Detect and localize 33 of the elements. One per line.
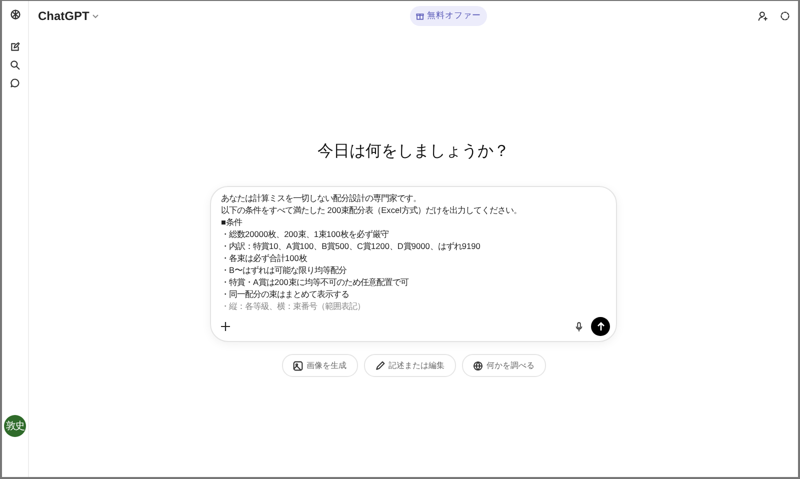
chevron-down-icon <box>92 14 100 18</box>
prompt-text-line: ■条件 <box>221 216 242 228</box>
globe-icon <box>472 360 482 370</box>
suggestion-chip[interactable]: 何かを調べる <box>462 354 546 377</box>
prompt-text-line: ・総数20000枚、200束、1束100枚を必ず厳守 <box>221 228 388 240</box>
free-offer-button[interactable]: 無料オファー <box>410 6 488 26</box>
user-avatar[interactable]: 敦史 <box>4 415 26 437</box>
logo-icon[interactable] <box>10 9 20 20</box>
prompt-text-line: あなたは計算ミスを一切しない配分設計の専門家です。 <box>221 192 421 204</box>
prompt-text-line: ・内訳：特賞10、A賞100、B賞500、C賞1200、D賞9000、はずれ9190 <box>221 240 480 252</box>
send-button[interactable] <box>591 317 610 336</box>
greeting-heading: 今日は何をしましょうか？ <box>318 142 510 162</box>
microphone-icon[interactable] <box>575 322 583 332</box>
suggestion-chip[interactable]: 記述または編集 <box>364 354 456 377</box>
pencil-icon <box>374 360 384 370</box>
gift-icon <box>416 12 424 20</box>
suggestion-chip[interactable]: 画像を生成 <box>282 354 358 377</box>
arrow-up-icon <box>596 322 604 331</box>
plus-icon[interactable] <box>221 322 230 331</box>
search-icon[interactable] <box>10 60 20 70</box>
prompt-input[interactable] <box>210 186 617 342</box>
add-person-icon[interactable] <box>758 11 768 21</box>
model-selector[interactable]: ChatGPT <box>38 9 100 23</box>
prompt-text-line: ・縦：各等級、横：束番号（範囲表記） <box>221 300 365 312</box>
image-icon <box>292 360 302 370</box>
prompt-text-line: ・特賞・A賞は200束に均等不可のため任意配置で可 <box>221 276 408 288</box>
chat-bubble-icon[interactable] <box>10 78 20 88</box>
prompt-text-line: ・B〜はずれは可能な限り均等配分 <box>221 264 347 276</box>
new-chat-icon[interactable] <box>10 42 20 52</box>
prompt-text-line: 以下の条件をすべて満たした 200束配分表（Excel方式）だけを出力してください。 <box>221 204 522 216</box>
prompt-text-line: ・各束は必ず合計100枚 <box>221 252 307 264</box>
dashed-circle-icon[interactable] <box>780 11 790 21</box>
prompt-text-line: ・同一配分の束はまとめて表示する <box>221 288 349 300</box>
